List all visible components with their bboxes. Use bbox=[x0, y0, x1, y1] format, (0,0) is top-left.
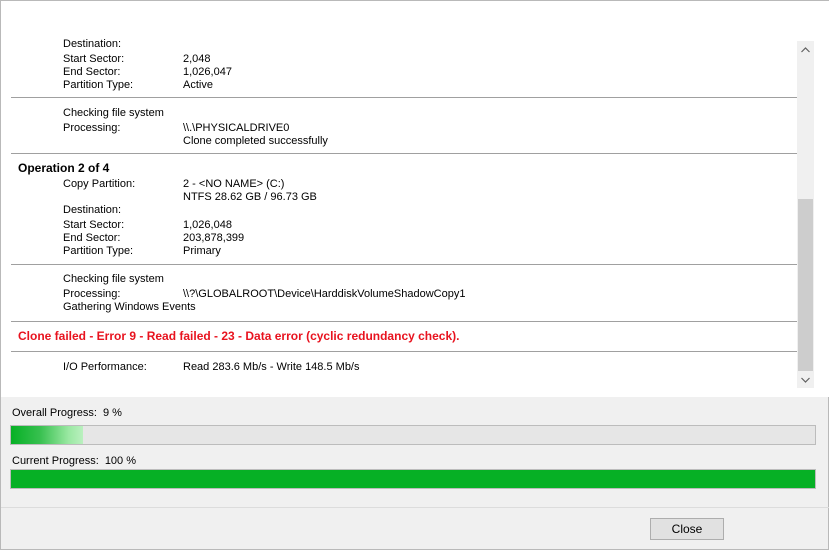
processing-value: \\.\PHYSICALDRIVE0 bbox=[183, 122, 290, 134]
close-button[interactable]: Close bbox=[650, 518, 724, 540]
overall-progress-fill bbox=[11, 426, 83, 444]
checking-file-system-text: Checking file system bbox=[63, 273, 164, 285]
footer-divider bbox=[1, 507, 829, 508]
processing-value: \\?\GLOBALROOT\Device\HarddiskVolumeShad… bbox=[183, 288, 466, 300]
processing-label: Processing: bbox=[63, 122, 121, 134]
log-separator bbox=[11, 321, 797, 322]
destination-label: Destination: bbox=[63, 204, 122, 216]
overall-progress-caption: Overall Progress: bbox=[12, 407, 97, 419]
current-progress-caption: Current Progress: bbox=[12, 455, 99, 467]
io-performance-value: Read 283.6 Mb/s - Write 148.5 Mb/s bbox=[183, 361, 360, 373]
current-progress-percent: 100 % bbox=[104, 455, 137, 467]
start-sector-value: 2,048 bbox=[183, 53, 211, 65]
log-separator bbox=[11, 264, 797, 265]
partition-type-label: Partition Type: bbox=[63, 245, 134, 257]
log-scrollbar[interactable] bbox=[797, 41, 814, 388]
processing-label: Processing: bbox=[63, 288, 121, 300]
end-sector-value: 203,878,399 bbox=[183, 232, 245, 244]
gathering-events-text: Gathering Windows Events bbox=[63, 301, 196, 313]
copy-partition-detail: NTFS 28.62 GB / 96.73 GB bbox=[183, 191, 317, 203]
log-separator bbox=[11, 153, 797, 154]
partition-type-label: Partition Type: bbox=[63, 79, 134, 91]
checking-file-system-text: Checking file system bbox=[63, 107, 164, 119]
chevron-up-icon[interactable] bbox=[797, 41, 814, 58]
end-sector-label: End Sector: bbox=[63, 232, 121, 244]
log-separator bbox=[11, 97, 797, 98]
current-progress-label: Current Progress: 100 % bbox=[12, 454, 136, 468]
log-separator bbox=[11, 351, 797, 352]
start-sector-value: 1,026,048 bbox=[183, 219, 232, 231]
end-sector-label: End Sector: bbox=[63, 66, 121, 78]
overall-progress-percent: 9 % bbox=[102, 407, 122, 419]
scrollbar-thumb[interactable] bbox=[798, 199, 813, 371]
overall-progress-label: Overall Progress: 9 % bbox=[12, 406, 122, 420]
operation-title: Operation 2 of 4 bbox=[18, 161, 110, 175]
current-progress-bar bbox=[10, 469, 816, 489]
destination-label: Destination: bbox=[63, 38, 122, 50]
start-sector-label: Start Sector: bbox=[63, 53, 125, 65]
start-sector-label: Start Sector: bbox=[63, 219, 125, 231]
current-progress-fill bbox=[11, 470, 815, 488]
clone-progress-dialog: Destination: Start Sector: 2,048 End Sec… bbox=[0, 0, 829, 550]
partition-type-value: Active bbox=[183, 79, 213, 91]
clone-error-message: Clone failed - Error 9 - Read failed - 2… bbox=[18, 329, 460, 343]
overall-progress-bar bbox=[10, 425, 816, 445]
chevron-down-icon[interactable] bbox=[797, 371, 814, 388]
partition-type-value: Primary bbox=[183, 245, 221, 257]
copy-partition-value: 2 - <NO NAME> (C:) bbox=[183, 178, 285, 190]
clone-result-text: Clone completed successfully bbox=[183, 135, 328, 147]
io-performance-label: I/O Performance: bbox=[63, 361, 147, 373]
operation-log-panel: Destination: Start Sector: 2,048 End Sec… bbox=[1, 1, 829, 397]
copy-partition-label: Copy Partition: bbox=[63, 178, 136, 190]
end-sector-value: 1,026,047 bbox=[183, 66, 232, 78]
